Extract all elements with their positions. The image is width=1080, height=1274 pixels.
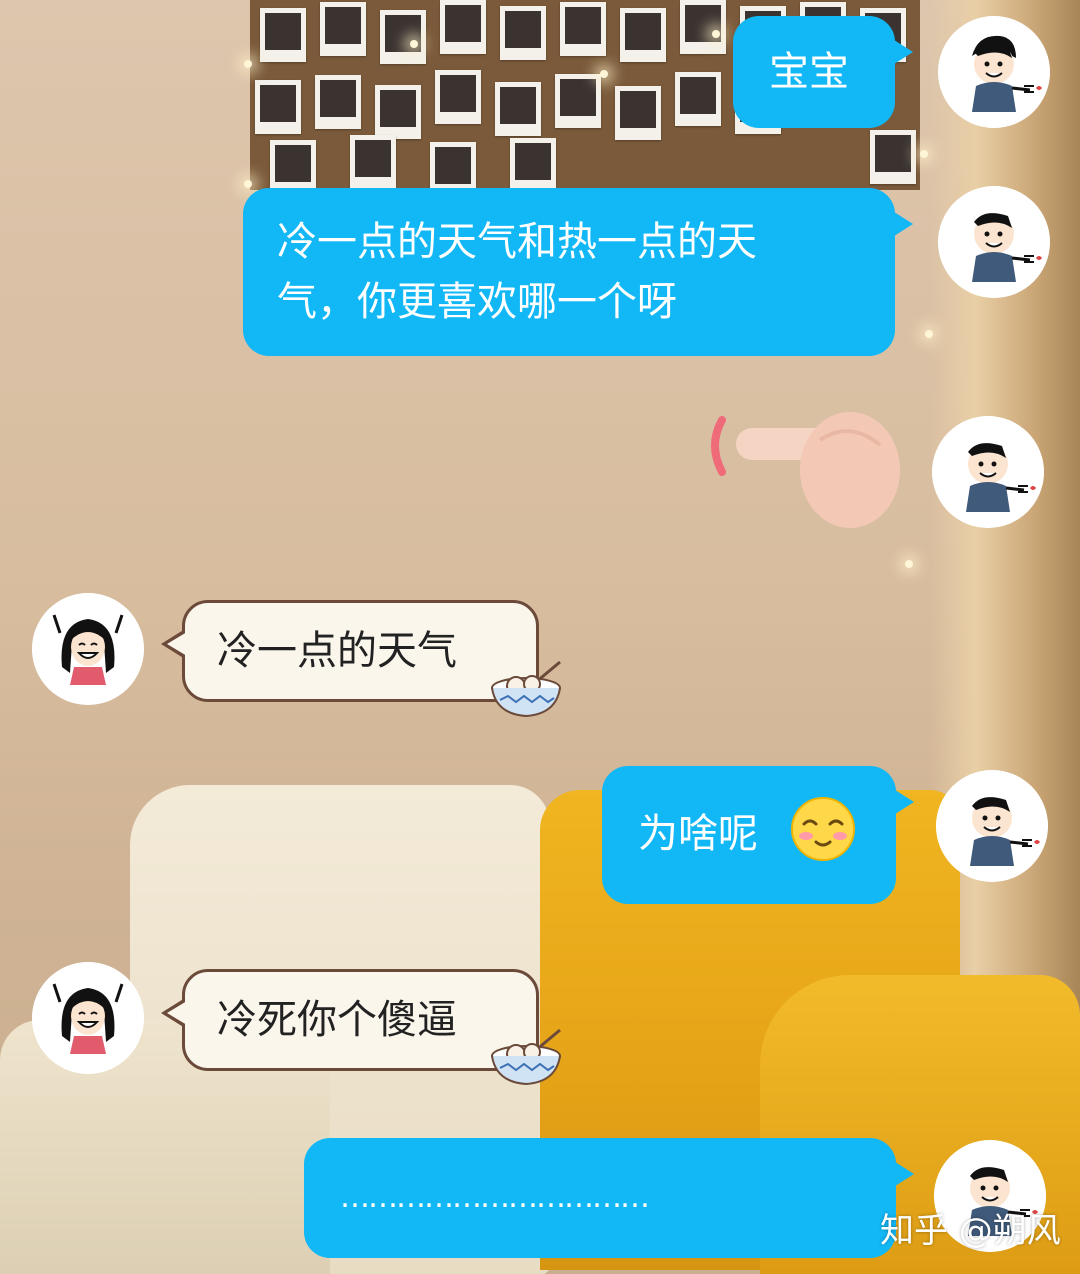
girl-cartoon-icon <box>32 962 144 1074</box>
boy-cartoon-icon <box>932 416 1044 528</box>
boy-cartoon-icon <box>936 770 1048 882</box>
sent-message-bubble[interactable]: 冷一点的天气和热一点的天 气，你更喜欢哪一个呀 <box>243 188 913 356</box>
message-text: …………………………… <box>340 1180 650 1215</box>
poke-finger-sticker[interactable] <box>700 400 910 540</box>
message-text: 宝宝 <box>769 49 849 95</box>
fairy-light <box>410 40 418 48</box>
boy-cartoon-icon <box>938 16 1050 128</box>
fairy-light <box>600 70 608 78</box>
message-text-line: 气，你更喜欢哪一个呀 <box>277 279 677 325</box>
zhihu-watermark: 知乎 @朔风 <box>880 1211 1061 1251</box>
tangyuan-bowl-icon <box>491 1028 561 1086</box>
sent-message-bubble[interactable]: …………………………… <box>304 1138 914 1258</box>
boy-cartoon-icon <box>938 186 1050 298</box>
sent-message-bubble[interactable]: 宝宝 <box>733 16 913 128</box>
boy-avatar[interactable] <box>938 186 1050 298</box>
girl-avatar[interactable] <box>32 593 144 705</box>
message-text-line: 冷一点的天气和热一点的天 <box>277 219 757 265</box>
message-text: 为啥呢 <box>638 811 758 857</box>
fairy-light <box>244 180 252 188</box>
girl-cartoon-icon <box>32 593 144 705</box>
fairy-light <box>712 30 720 38</box>
boy-avatar[interactable] <box>938 16 1050 128</box>
tangyuan-bowl-icon <box>491 660 561 718</box>
boy-avatar[interactable] <box>932 416 1044 528</box>
fairy-light <box>905 560 913 568</box>
fairy-light <box>920 150 928 158</box>
fairy-light <box>244 60 252 68</box>
girl-avatar[interactable] <box>32 962 144 1074</box>
shy-smile-emoji <box>791 797 855 861</box>
chat-screen: 宝宝 冷一点的天气和热一点的天 气，你更喜欢哪一个呀 冷一点的天气 为啥呢 冷死… <box>0 0 1080 1274</box>
boy-avatar[interactable] <box>936 770 1048 882</box>
